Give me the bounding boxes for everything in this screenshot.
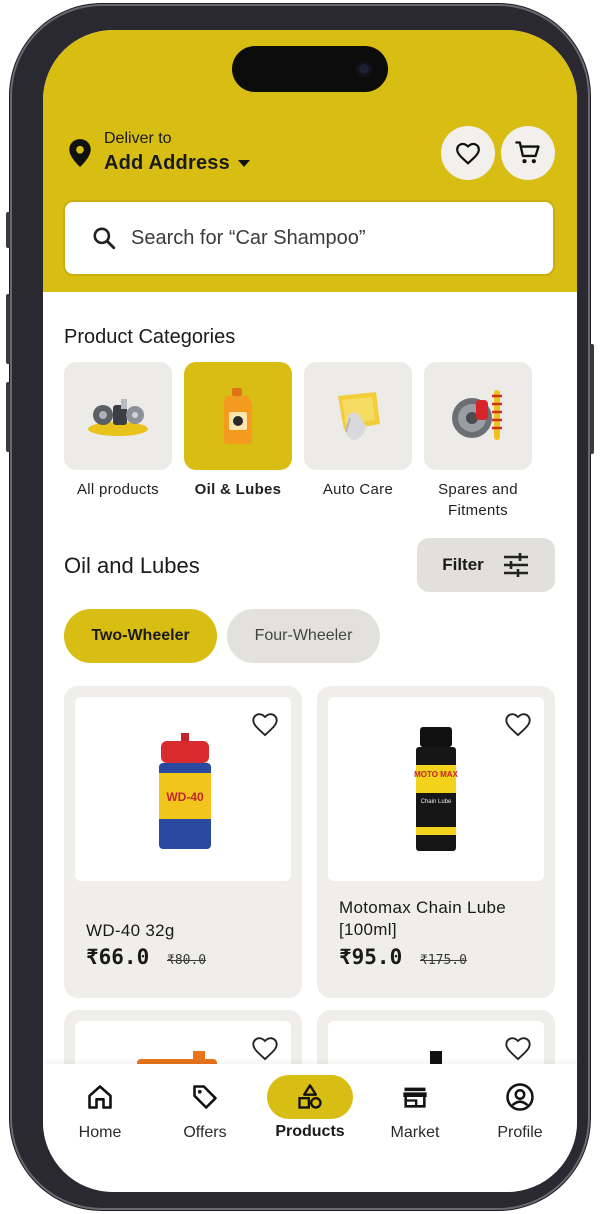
category-auto-care[interactable]: Auto Care xyxy=(303,362,413,500)
bottom-navigation: Home Offers Products Market Profile xyxy=(43,1064,577,1192)
profile-icon xyxy=(506,1083,534,1111)
header: Deliver to Add Address Search for “Car S… xyxy=(43,30,577,292)
nav-home[interactable]: Home xyxy=(50,1074,150,1142)
cleaning-cloth-icon xyxy=(338,392,380,440)
nav-label: Profile xyxy=(497,1124,543,1141)
category-all-products[interactable]: All products xyxy=(63,362,173,500)
tag-icon xyxy=(193,1085,217,1109)
heart-icon[interactable] xyxy=(251,711,279,737)
camera-icon xyxy=(356,61,372,77)
product-image: MOTO MAX Chain Lube xyxy=(328,697,544,881)
product-name: WD-40 32g xyxy=(86,921,175,940)
product-old-price: ₹80.0 xyxy=(167,953,207,968)
pill-two-wheeler[interactable]: Two-Wheeler xyxy=(64,609,217,663)
nav-profile[interactable]: Profile xyxy=(470,1074,570,1142)
filter-label: Filter xyxy=(442,555,484,574)
category-tile xyxy=(184,362,292,470)
nav-icon-wrap xyxy=(267,1075,353,1119)
home-icon xyxy=(88,1085,112,1109)
cart-button[interactable] xyxy=(501,126,555,180)
cart-icon xyxy=(515,141,540,164)
category-label: Auto Care xyxy=(322,481,394,498)
power-button xyxy=(590,344,594,454)
heart-icon xyxy=(456,142,480,165)
oil-can-icon xyxy=(224,388,252,444)
nav-label: Home xyxy=(78,1124,122,1141)
categories-title: Product Categories xyxy=(64,326,236,348)
category-spares-fitments[interactable]: Spares and Fitments xyxy=(423,362,533,521)
product-image: WD-40 xyxy=(75,697,291,881)
filter-button[interactable]: Filter xyxy=(417,538,555,592)
product-old-price: ₹175.0 xyxy=(420,953,467,968)
address-text: Add Address xyxy=(104,152,230,174)
volume-down-button xyxy=(6,382,10,452)
pill-four-wheeler[interactable]: Four-Wheeler xyxy=(227,609,380,663)
brake-disc-icon xyxy=(452,390,502,440)
nav-offers[interactable]: Offers xyxy=(155,1074,255,1142)
motomax-can-sublabel: Chain Lube xyxy=(421,799,452,805)
category-tile xyxy=(424,362,532,470)
category-tile xyxy=(304,362,412,470)
product-price: ₹66.0 xyxy=(86,945,150,969)
product-card[interactable]: MOTO MAX Chain Lube Motomax Chain Lube [… xyxy=(317,686,555,998)
category-tile xyxy=(64,362,172,470)
location-pin-icon xyxy=(69,139,91,167)
nav-products[interactable]: Products xyxy=(260,1074,360,1141)
category-oil-lubes[interactable]: Oil & Lubes xyxy=(183,362,293,500)
caret-down-icon xyxy=(237,159,250,167)
phone-frame: Deliver to Add Address Search for “Car S… xyxy=(6,4,594,1210)
shapes-icon xyxy=(298,1084,322,1109)
category-label: All products xyxy=(77,481,159,498)
filter-sliders-icon xyxy=(503,553,528,577)
wishlist-button[interactable] xyxy=(441,126,495,180)
store-icon xyxy=(403,1087,427,1108)
app-screen: Deliver to Add Address Search for “Car S… xyxy=(43,30,577,1192)
nav-icon-wrap xyxy=(365,1074,465,1120)
motomax-can-label: MOTO MAX xyxy=(414,770,458,779)
motomax-can-image: MOTO MAX Chain Lube xyxy=(414,727,458,851)
search-placeholder: Search for “Car Shampoo” xyxy=(131,226,366,249)
wd40-can-image: WD-40 xyxy=(159,733,211,849)
heart-icon[interactable] xyxy=(504,1035,532,1061)
category-label: Spares and Fitments xyxy=(438,481,518,519)
listing-title: Oil and Lubes xyxy=(64,553,200,578)
action-button xyxy=(6,212,10,248)
product-price: ₹95.0 xyxy=(339,945,403,969)
auto-parts-icon xyxy=(88,399,148,436)
address-selector[interactable]: Add Address xyxy=(104,152,250,175)
search-icon xyxy=(93,227,116,250)
volume-up-button xyxy=(6,294,10,364)
nav-label: Offers xyxy=(183,1124,227,1141)
nav-icon-wrap xyxy=(50,1074,150,1120)
nav-label: Products xyxy=(275,1123,345,1140)
category-label: Oil & Lubes xyxy=(194,481,282,498)
dynamic-island xyxy=(232,46,388,92)
nav-icon-wrap xyxy=(470,1074,570,1120)
heart-icon[interactable] xyxy=(251,1035,279,1061)
product-name: Motomax Chain Lube [100ml] xyxy=(339,898,506,939)
search-bar[interactable]: Search for “Car Shampoo” xyxy=(63,200,555,276)
nav-icon-wrap xyxy=(155,1074,255,1120)
nav-label: Market xyxy=(390,1124,440,1141)
deliver-to-label: Deliver to xyxy=(104,130,172,147)
product-card[interactable]: WD-40 WD-40 32g ₹66.0 ₹80.0 xyxy=(64,686,302,998)
nav-market[interactable]: Market xyxy=(365,1074,465,1142)
wd40-can-label: WD-40 xyxy=(166,790,204,804)
heart-icon[interactable] xyxy=(504,711,532,737)
